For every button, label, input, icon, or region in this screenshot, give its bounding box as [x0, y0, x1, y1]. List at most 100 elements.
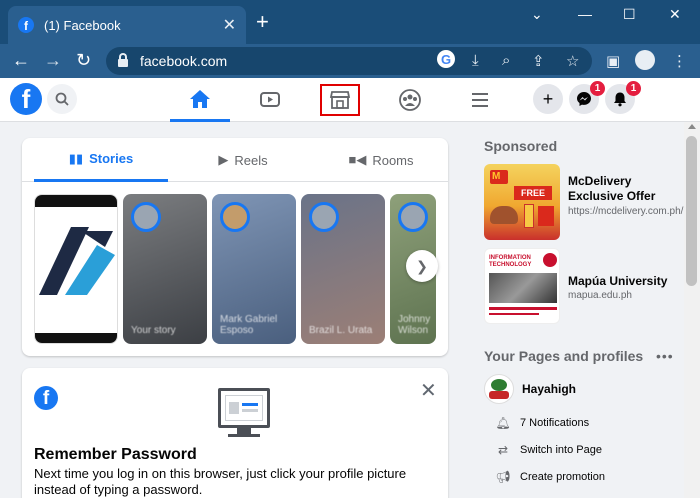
nav-watch[interactable] — [240, 78, 300, 122]
story-card[interactable]: Mark Gabriel Esposo — [212, 194, 296, 344]
ad-title[interactable]: McDelivery Exclusive Offer — [568, 174, 684, 204]
book-icon: ▮▮ — [68, 150, 84, 166]
nav-home[interactable] — [170, 78, 230, 122]
chevron-right-icon: ❯ — [416, 257, 428, 274]
story-avatar — [131, 202, 161, 232]
stories-tabs: ▮▮ Stories ▶ Reels ■◀ Rooms — [22, 138, 448, 182]
monitor-illustration-icon — [218, 388, 270, 428]
story-card[interactable]: Your story — [123, 194, 207, 344]
megaphone-icon: 📢︎ — [495, 470, 511, 484]
page-action-label: Create promotion — [520, 471, 605, 483]
browser-titlebar: f (1) Facebook ✕ + ⌄ — ☐ ✕ — [0, 0, 700, 44]
groups-icon — [399, 89, 421, 111]
side-panel-icon[interactable]: ▣ — [606, 52, 620, 70]
ad-title[interactable]: Mapúa University — [568, 274, 684, 289]
reload-icon[interactable]: ↻ — [76, 50, 91, 71]
browser-profile-avatar[interactable] — [635, 50, 655, 70]
messenger-badge: 1 — [590, 81, 605, 96]
notifications-badge: 1 — [626, 81, 641, 96]
bell-icon: 🔔︎ — [495, 416, 511, 430]
bookmark-star-icon[interactable]: ☆ — [566, 52, 579, 70]
create-button[interactable]: + — [533, 84, 563, 114]
close-icon[interactable]: ✕ — [420, 378, 437, 403]
page-action-label: Switch into Page — [520, 444, 602, 456]
notifications-button[interactable]: 1 — [605, 81, 641, 114]
remember-password-title: Remember Password — [34, 446, 197, 463]
story-author: Your story — [131, 325, 176, 336]
remember-password-text: Next time you log in on this browser, ju… — [34, 466, 407, 497]
sponsored-ad-mapua[interactable]: INFORMATION TECHNOLOGY Mapúa University … — [484, 248, 684, 326]
tab-search-chevron-icon[interactable]: ⌄ — [531, 6, 543, 23]
tab-title: (1) Facebook — [44, 17, 121, 33]
plus-icon: + — [542, 88, 554, 109]
install-app-icon[interactable]: ⤓ — [472, 52, 479, 69]
story-card[interactable]: Brazil L. Urata — [301, 194, 385, 344]
maximize-button[interactable]: ☐ — [623, 6, 636, 23]
ad-thumbnail-image: M FREE — [484, 164, 560, 240]
monitor-base — [228, 434, 260, 437]
tab-rooms-label: Rooms — [372, 152, 414, 168]
chrome-menu-icon[interactable]: ⋮ — [672, 52, 687, 70]
search-icon — [55, 92, 69, 106]
story-avatar — [309, 202, 339, 232]
page-avatar — [484, 374, 514, 404]
story-card-brand[interactable] — [34, 194, 118, 344]
back-arrow-icon[interactable]: ← — [12, 50, 30, 71]
search-button[interactable] — [47, 84, 77, 114]
story-author: Brazil L. Urata — [309, 325, 373, 336]
address-bar[interactable]: facebook.com — [106, 47, 592, 75]
story-avatar — [398, 202, 428, 232]
page-action-label: 7 Notifications — [520, 417, 590, 429]
story-author: Johnny Wilson — [398, 314, 431, 336]
ad-thumbnail-heading: INFORMATION TECHNOLOGY — [489, 255, 532, 268]
page-name: Hayahigh — [522, 382, 577, 396]
ad-free-label: FREE — [514, 186, 552, 200]
tab-reels-label: Reels — [234, 152, 268, 168]
facebook-logo-icon[interactable]: f — [10, 83, 42, 115]
messenger-button[interactable]: 1 — [569, 81, 605, 114]
home-icon — [190, 89, 210, 108]
facebook-logo-icon: f — [34, 386, 58, 410]
nav-groups[interactable] — [380, 78, 440, 122]
close-window-button[interactable]: ✕ — [669, 6, 681, 23]
stories-next-button[interactable]: ❯ — [406, 250, 438, 282]
facebook-favicon-icon: f — [18, 17, 34, 33]
forward-arrow-icon[interactable]: → — [44, 50, 62, 71]
new-tab-button[interactable]: + — [256, 11, 269, 33]
sponsored-ad-mcdelivery[interactable]: M FREE McDelivery Exclusive Offer https:… — [484, 164, 684, 242]
tab-rooms[interactable]: ■◀ Rooms — [314, 138, 448, 182]
browser-tab-facebook[interactable]: f (1) Facebook ✕ — [8, 6, 246, 44]
minimize-button[interactable]: — — [578, 6, 592, 22]
address-url[interactable]: facebook.com — [140, 53, 227, 69]
stories-card: ▮▮ Stories ▶ Reels ■◀ Rooms Your story M… — [22, 138, 448, 356]
tab-close-icon[interactable]: ✕ — [223, 15, 236, 35]
ad-url: mapua.edu.ph — [568, 290, 632, 301]
lock-icon — [118, 53, 128, 67]
zoom-icon[interactable]: ⌕ — [502, 52, 510, 69]
reels-icon: ▶ — [218, 152, 229, 167]
share-icon[interactable]: ⇪ — [532, 52, 545, 70]
page-hayahigh[interactable]: Hayahigh — [484, 374, 576, 404]
scrollbar-thumb[interactable] — [686, 136, 697, 286]
pages-heading: Your Pages and profiles — [484, 348, 644, 364]
more-options-icon[interactable]: ••• — [656, 348, 674, 364]
page-action-promotion[interactable]: 📢︎ Create promotion — [494, 470, 605, 484]
google-icon[interactable]: G — [437, 50, 455, 68]
tab-stories-label: Stories — [89, 151, 134, 166]
tab-reels[interactable]: ▶ Reels — [176, 138, 310, 182]
nav-menu[interactable] — [450, 78, 510, 122]
remember-password-card: f ✕ Remember Password Next time you log … — [22, 368, 448, 498]
browser-toolbar: ← → ↻ facebook.com ⤓ ⌕ ⇪ ☆ ▣ ⋮ — [0, 44, 700, 78]
tab-stories[interactable]: ▮▮ Stories — [34, 138, 168, 182]
hamburger-menu-icon — [472, 93, 488, 107]
story-author: Mark Gabriel Esposo — [220, 314, 278, 336]
video-camera-icon: ■◀ — [348, 152, 367, 167]
switch-icon: ⇄ — [497, 443, 509, 457]
watch-video-icon — [260, 92, 280, 107]
bell-icon — [614, 92, 626, 107]
page-action-notifications[interactable]: 🔔︎ 7 Notifications — [494, 416, 589, 430]
scroll-up-arrow-icon[interactable] — [688, 124, 696, 129]
page-action-switch[interactable]: ⇄ Switch into Page — [494, 443, 602, 457]
messenger-icon — [577, 92, 591, 106]
ad-thumbnail-image: INFORMATION TECHNOLOGY — [484, 248, 560, 324]
